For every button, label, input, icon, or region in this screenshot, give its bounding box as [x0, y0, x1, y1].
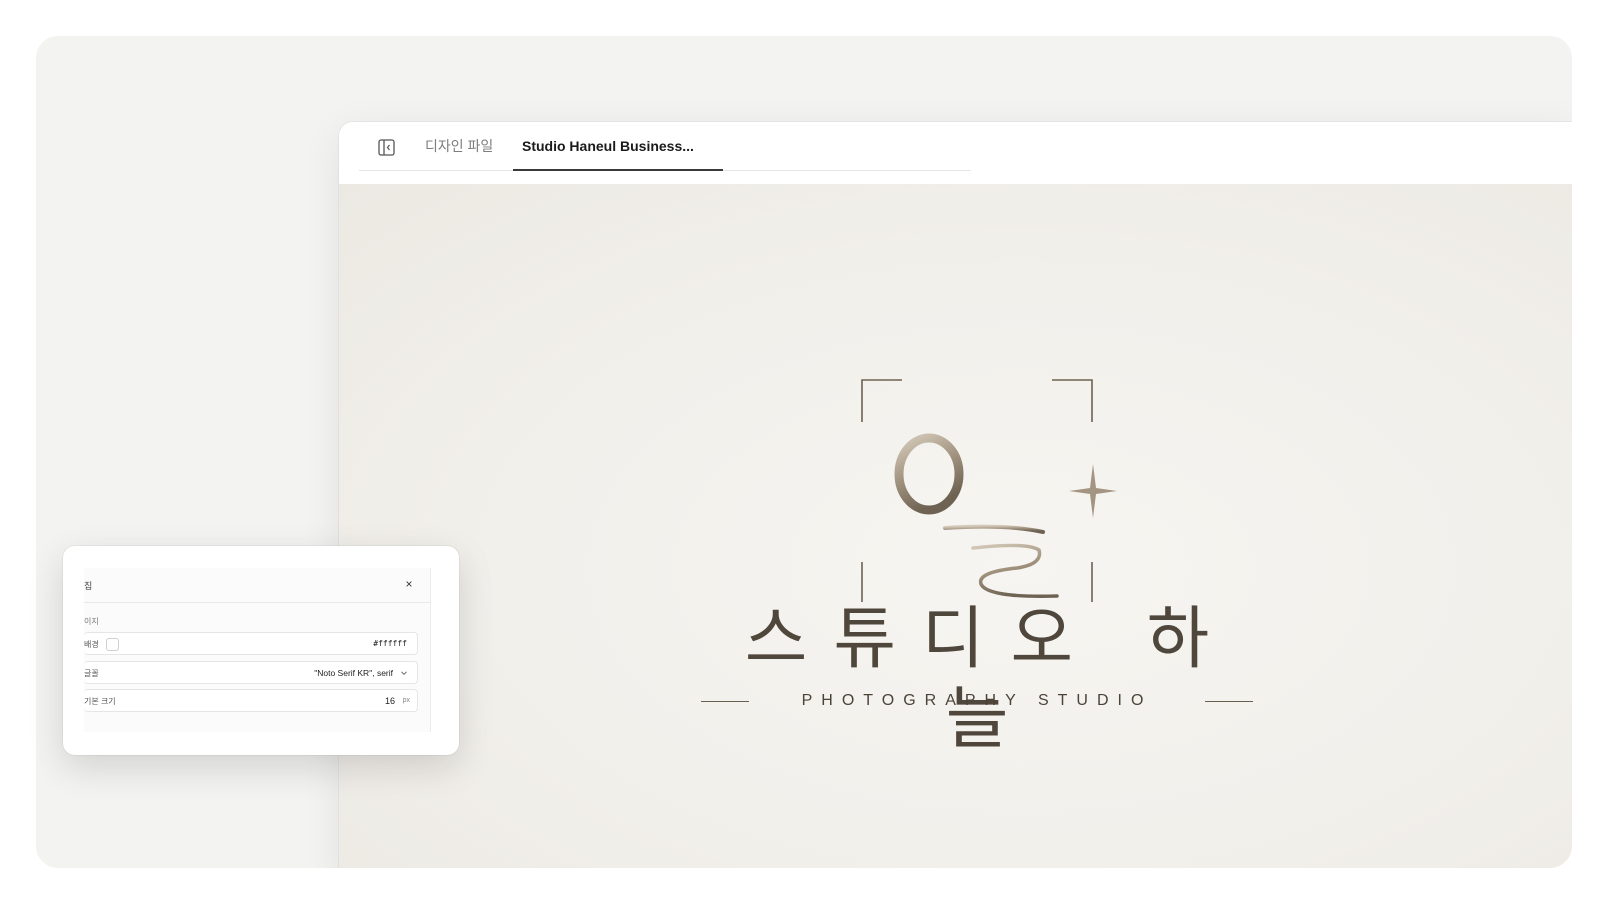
sparkle-icon	[1069, 464, 1117, 518]
page-settings-panel: 집 × 이지 배경 #ffffff 글꼴 "Noto Serif KR", se…	[84, 568, 431, 732]
base-size-field[interactable]: 기본 크기 16 px	[84, 689, 418, 712]
page-settings-card: 집 × 이지 배경 #ffffff 글꼴 "Noto Serif KR", se…	[63, 546, 459, 755]
base-size-unit: px	[402, 697, 410, 704]
font-label: 글꼴	[84, 669, 99, 678]
logo-mark	[861, 379, 1117, 602]
chevron-down-icon[interactable]	[400, 669, 408, 677]
logo-glyph-haneul	[887, 400, 1059, 598]
font-family-select[interactable]: 글꼴 "Noto Serif KR", serif	[84, 661, 418, 684]
tab-studio-haneul[interactable]: Studio Haneul Business...	[513, 122, 723, 171]
editor-window: 디자인 파일 Studio Haneul Business... 스튜디오 하늘…	[339, 122, 1572, 868]
tab-design-files[interactable]: 디자인 파일	[425, 122, 493, 170]
section-label-page: 이지	[84, 617, 99, 626]
font-family-value[interactable]: "Noto Serif KR", serif	[314, 668, 393, 678]
tagline-rule-right	[1205, 700, 1253, 702]
design-canvas[interactable]: 스튜디오 하늘 PHOTOGRAPHY STUDIO	[339, 184, 1572, 868]
panel-title: 집	[84, 581, 93, 591]
background-color-field[interactable]: 배경 #ffffff	[84, 632, 418, 655]
studio-korean-name: 스튜디오 하늘	[744, 600, 1236, 759]
studio-logo: 스튜디오 하늘 PHOTOGRAPHY STUDIO	[677, 352, 1277, 772]
close-icon[interactable]: ×	[402, 577, 416, 591]
base-size-label: 기본 크기	[84, 697, 116, 706]
background-label: 배경	[84, 640, 99, 649]
sidebar-collapse-icon[interactable]	[377, 138, 395, 156]
tagline-rule-left	[701, 700, 749, 702]
tab-group: 디자인 파일 Studio Haneul Business...	[359, 122, 971, 171]
background-color-swatch[interactable]	[106, 638, 119, 651]
tagline-row: PHOTOGRAPHY STUDIO	[701, 690, 1253, 712]
background-color-value[interactable]: #ffffff	[373, 639, 407, 648]
base-size-value[interactable]: 16	[385, 696, 395, 706]
tab-bar: 디자인 파일 Studio Haneul Business...	[339, 122, 1572, 185]
panel-header: 집 ×	[84, 568, 430, 603]
studio-tagline: PHOTOGRAPHY STUDIO	[801, 692, 1153, 709]
